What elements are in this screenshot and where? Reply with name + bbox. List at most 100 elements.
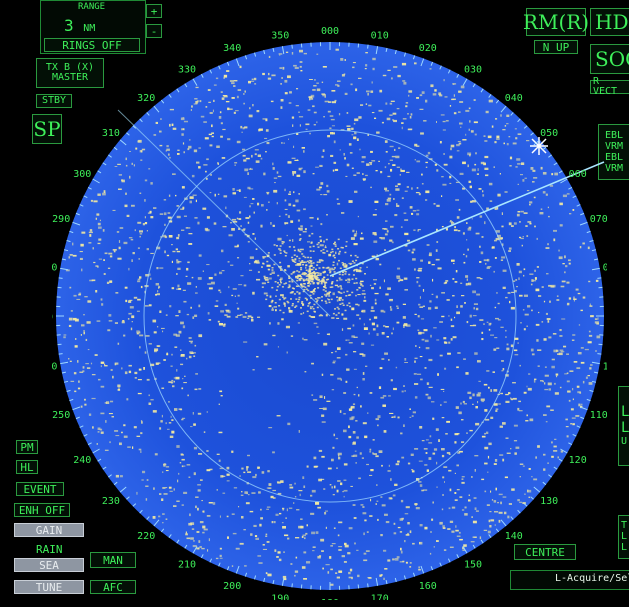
echo-blip bbox=[241, 131, 243, 133]
echo-blip bbox=[371, 81, 373, 84]
hl-button[interactable]: HL bbox=[16, 460, 38, 474]
echo-blip bbox=[408, 94, 410, 97]
echo-blip bbox=[365, 550, 370, 552]
radar-scope[interactable]: 0000100200300400500600700800901001101201… bbox=[35, 20, 625, 607]
echo-blip bbox=[520, 210, 524, 213]
echo-blip bbox=[197, 484, 201, 486]
echo-blip bbox=[288, 203, 292, 206]
echo-blip bbox=[280, 281, 283, 284]
echo-blip bbox=[494, 459, 498, 462]
echo-blip bbox=[198, 388, 202, 390]
echo-blip bbox=[119, 475, 123, 478]
echo-blip bbox=[165, 314, 168, 316]
range-up-button[interactable]: + bbox=[146, 4, 162, 18]
echo-blip bbox=[519, 476, 521, 478]
echo-blip bbox=[401, 62, 407, 66]
echo-blip bbox=[436, 486, 438, 488]
echo-blip bbox=[376, 324, 379, 328]
echo-blip bbox=[186, 357, 188, 360]
echo-blip bbox=[566, 353, 569, 355]
echo-blip bbox=[380, 396, 385, 399]
echo-blip bbox=[317, 283, 320, 285]
echo-blip bbox=[468, 180, 472, 183]
echo-blip bbox=[407, 462, 411, 465]
echo-blip bbox=[328, 253, 332, 257]
echo-blip bbox=[168, 422, 172, 424]
echo-blip bbox=[355, 282, 358, 284]
echo-blip bbox=[462, 161, 466, 165]
echo-blip bbox=[429, 300, 432, 303]
echo-blip bbox=[408, 90, 413, 93]
echo-blip bbox=[588, 382, 593, 385]
echo-blip bbox=[362, 372, 365, 375]
echo-blip bbox=[442, 476, 445, 479]
echo-blip bbox=[181, 418, 184, 421]
bearing-label: 200 bbox=[223, 581, 241, 592]
echo-blip bbox=[483, 323, 485, 325]
echo-blip bbox=[265, 533, 268, 536]
echo-blip bbox=[485, 418, 490, 421]
echo-blip bbox=[84, 398, 86, 401]
echo-blip bbox=[337, 347, 341, 350]
echo-blip bbox=[338, 252, 341, 255]
echo-blip bbox=[301, 273, 304, 275]
echo-blip bbox=[276, 202, 278, 205]
echo-blip bbox=[515, 279, 518, 281]
echo-blip bbox=[562, 263, 565, 265]
echo-blip bbox=[284, 92, 288, 95]
pm-button[interactable]: PM bbox=[16, 440, 38, 454]
echo-blip bbox=[281, 522, 284, 524]
echo-blip bbox=[291, 287, 294, 289]
echo-blip bbox=[309, 79, 313, 80]
echo-blip bbox=[317, 217, 319, 220]
echo-blip bbox=[309, 256, 312, 259]
echo-blip bbox=[331, 486, 334, 489]
echo-blip bbox=[126, 398, 129, 401]
echo-blip bbox=[335, 251, 337, 255]
echo-blip bbox=[175, 376, 180, 380]
echo-blip bbox=[509, 165, 512, 167]
echo-blip bbox=[351, 307, 355, 311]
echo-blip bbox=[272, 162, 274, 166]
echo-blip bbox=[343, 561, 347, 563]
echo-blip bbox=[211, 124, 213, 128]
bearing-label: 340 bbox=[223, 43, 241, 54]
echo-blip bbox=[338, 549, 342, 551]
bearing-label: 210 bbox=[178, 560, 196, 571]
echo-blip bbox=[537, 445, 540, 448]
echo-blip bbox=[338, 456, 341, 460]
echo-blip bbox=[557, 353, 560, 355]
echo-blip bbox=[467, 248, 469, 251]
echo-blip bbox=[298, 239, 301, 241]
echo-blip bbox=[205, 106, 208, 108]
echo-blip bbox=[285, 282, 288, 284]
echo-blip bbox=[83, 314, 85, 316]
echo-blip bbox=[572, 334, 576, 336]
echo-blip bbox=[312, 293, 315, 295]
echo-blip bbox=[389, 306, 392, 309]
echo-blip bbox=[515, 137, 518, 140]
echo-blip bbox=[329, 556, 332, 559]
echo-blip bbox=[296, 209, 301, 212]
echo-blip bbox=[78, 380, 80, 383]
echo-blip bbox=[230, 264, 234, 266]
echo-blip bbox=[315, 166, 319, 168]
echo-blip bbox=[155, 362, 159, 365]
echo-blip bbox=[183, 151, 185, 154]
echo-blip bbox=[365, 103, 368, 105]
echo-blip bbox=[525, 420, 529, 422]
echo-blip bbox=[322, 149, 325, 152]
echo-blip bbox=[344, 273, 347, 275]
echo-blip bbox=[572, 388, 574, 391]
echo-blip bbox=[345, 265, 348, 267]
echo-blip bbox=[359, 452, 362, 455]
echo-blip bbox=[309, 246, 312, 248]
echo-blip bbox=[287, 265, 290, 268]
echo-blip bbox=[251, 316, 254, 319]
echo-blip bbox=[262, 118, 266, 120]
echo-blip bbox=[301, 301, 304, 303]
echo-blip bbox=[456, 535, 461, 537]
echo-blip bbox=[371, 306, 374, 310]
echo-blip bbox=[413, 373, 417, 375]
bearing-label: 230 bbox=[102, 496, 120, 507]
